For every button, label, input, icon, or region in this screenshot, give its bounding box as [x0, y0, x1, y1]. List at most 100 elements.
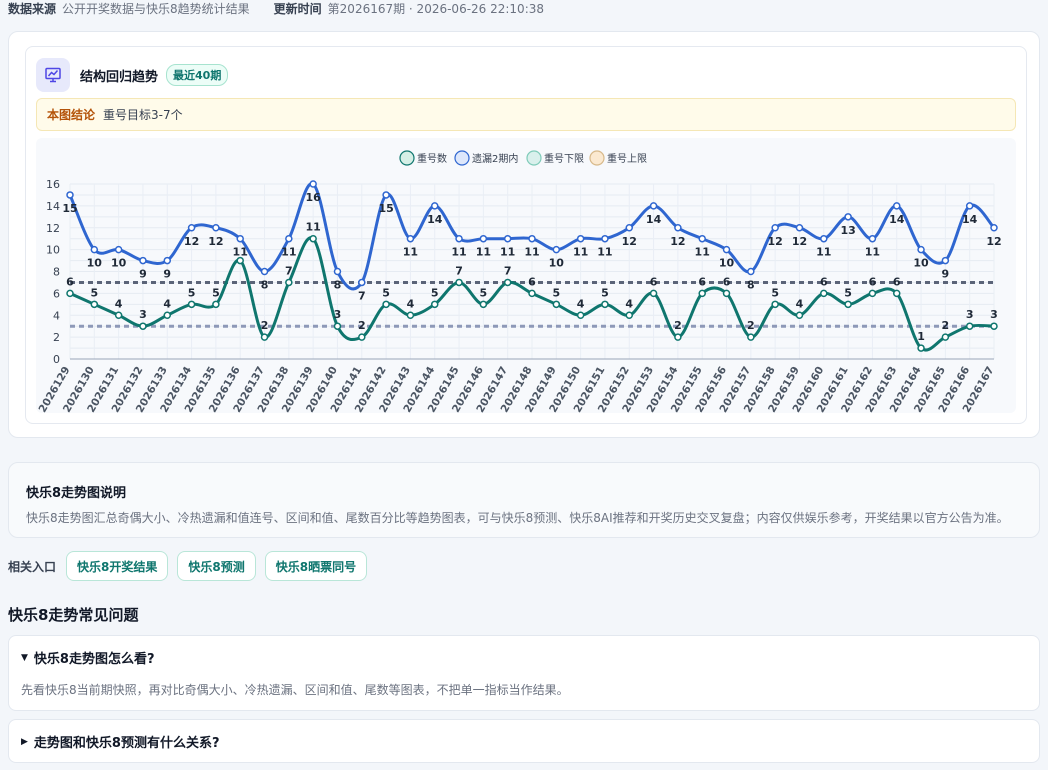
period-badge: 最近40期	[166, 64, 229, 86]
repeat-point	[528, 289, 536, 298]
miss-data-label: 10	[549, 257, 565, 270]
miss-data-label: 13	[840, 224, 855, 237]
faq-item: ▶ 走势图和快乐8预测有什么关系?	[8, 719, 1040, 763]
legend-marker	[589, 150, 605, 166]
repeat-data-label: 5	[771, 286, 779, 299]
miss-point	[260, 267, 269, 276]
miss-point	[236, 234, 244, 243]
repeat-data-label: 3	[334, 308, 342, 321]
miss-data-label: 11	[597, 246, 612, 259]
miss-point	[917, 245, 925, 254]
repeat-point	[309, 234, 317, 243]
miss-point	[698, 234, 706, 243]
miss-data-label: 12	[622, 235, 637, 248]
repeat-data-label: 6	[66, 275, 74, 288]
repeat-data-label: 4	[407, 297, 415, 310]
miss-data-label: 15	[378, 202, 393, 215]
miss-point	[139, 256, 147, 265]
miss-data-label: 11	[451, 246, 466, 259]
y-tick-label: 12	[46, 222, 60, 235]
repeat-data-label: 6	[893, 275, 901, 288]
miss-point	[674, 224, 682, 232]
repeat-data-label: 4	[115, 297, 123, 310]
miss-point	[649, 202, 658, 210]
trend-line-chart: 0246810121416202612920261302026131202613…	[37, 150, 1002, 413]
miss-data-label: 14	[889, 213, 905, 226]
miss-data-label: 9	[139, 268, 147, 281]
trend-chart-icon	[36, 58, 70, 92]
miss-data-label: 14	[962, 213, 978, 226]
repeat-data-label: 6	[820, 275, 828, 288]
y-tick-label: 2	[53, 331, 60, 344]
miss-data-label: 10	[87, 257, 103, 270]
trend-section: 结构回归趋势 最近40期 本图结论 重号目标3-7个 0 2 4 6 8 10 12 14 16…	[8, 31, 1040, 438]
miss-point	[285, 234, 293, 243]
repeat-point	[406, 311, 415, 319]
miss-point	[844, 213, 852, 221]
miss-data-label: 9	[942, 268, 950, 281]
faq-answer: 先看快乐8当前期快照，再对比奇偶大小、冷热遗漏、区间和值、尾数等图表，不把单一指…	[21, 683, 569, 697]
repeat-point	[844, 300, 852, 309]
repeat-point	[576, 311, 585, 319]
conclusion-banner: 本图结论 重号目标3-7个	[36, 98, 1016, 131]
repeat-data-label: 5	[212, 286, 220, 299]
miss-data-label: 16	[306, 191, 322, 204]
miss-point	[965, 202, 974, 210]
miss-data-label: 11	[403, 246, 418, 259]
miss-point	[771, 224, 779, 232]
repeat-point	[649, 289, 658, 298]
miss-data-label: 12	[184, 235, 199, 248]
repeat-data-label: 5	[552, 286, 560, 299]
y-tick-label: 10	[46, 244, 60, 257]
repeat-data-label: 5	[90, 286, 98, 299]
repeat-point	[625, 311, 634, 319]
link-draw-results[interactable]: 快乐8开奖结果	[66, 551, 169, 581]
miss-point	[552, 245, 561, 254]
faq-question-toggle[interactable]: ▼ 快乐8走势图怎么看?	[21, 648, 155, 667]
repeat-point	[90, 300, 99, 309]
source-value: 公开开奖数据与快乐8趋势统计结果	[62, 1, 250, 16]
repeat-point	[892, 289, 901, 298]
repeat-point	[139, 322, 147, 330]
related-links: 相关入口 快乐8开奖结果 快乐8预测 快乐8晒票同号	[8, 551, 368, 581]
description-title: 快乐8走势图说明	[26, 486, 127, 501]
repeat-point	[795, 311, 804, 319]
repeat-data-label: 1	[917, 330, 925, 343]
miss-data-label: 11	[865, 246, 880, 259]
link-prediction[interactable]: 快乐8预测	[177, 551, 256, 581]
trend-card: 结构回归趋势 最近40期 本图结论 重号目标3-7个 0 2 4 6 8 10 12 14 16…	[25, 46, 1027, 424]
faq-heading: 快乐8走势常见问题	[8, 606, 139, 624]
repeat-point	[163, 311, 172, 319]
repeat-data-label: 7	[285, 264, 293, 277]
repeat-data-label: 7	[455, 264, 463, 277]
repeat-data-label: 4	[796, 297, 804, 310]
miss-point	[868, 234, 877, 243]
miss-data-label: 8	[261, 279, 269, 292]
repeat-data-label: 2	[261, 319, 269, 332]
repeat-point	[771, 300, 779, 309]
faq-question-toggle[interactable]: ▶ 走势图和快乐8预测有什么关系?	[21, 732, 220, 751]
repeat-point	[430, 300, 439, 309]
chart-area: 0 2 4 6 8 10 12 14 16 2026129 2026130 2026131 202613…	[36, 138, 1016, 413]
faq-question: 快乐8走势图怎么看?	[33, 652, 155, 667]
link-shared-tickets[interactable]: 快乐8晒票同号	[264, 551, 368, 581]
repeat-data-label: 6	[698, 275, 706, 288]
legend-label: 重号下限	[544, 152, 584, 165]
repeat-point	[382, 300, 390, 309]
repeat-data-label: 5	[480, 286, 488, 299]
repeat-point	[965, 322, 974, 330]
repeat-point	[66, 289, 74, 298]
repeat-point	[868, 289, 877, 298]
repeat-data-label: 3	[139, 308, 147, 321]
repeat-point	[503, 278, 512, 287]
repeat-data-label: 6	[869, 275, 877, 288]
faq-question: 走势图和快乐8预测有什么关系?	[33, 736, 220, 751]
miss-point	[941, 256, 950, 265]
miss-point	[382, 191, 390, 199]
repeat-point	[455, 278, 463, 287]
repeat-point	[260, 333, 269, 341]
miss-data-label: 11	[233, 246, 248, 259]
miss-data-label: 8	[334, 279, 342, 292]
miss-data-label: 14	[646, 213, 662, 226]
updated-label: 更新时间	[273, 1, 322, 16]
